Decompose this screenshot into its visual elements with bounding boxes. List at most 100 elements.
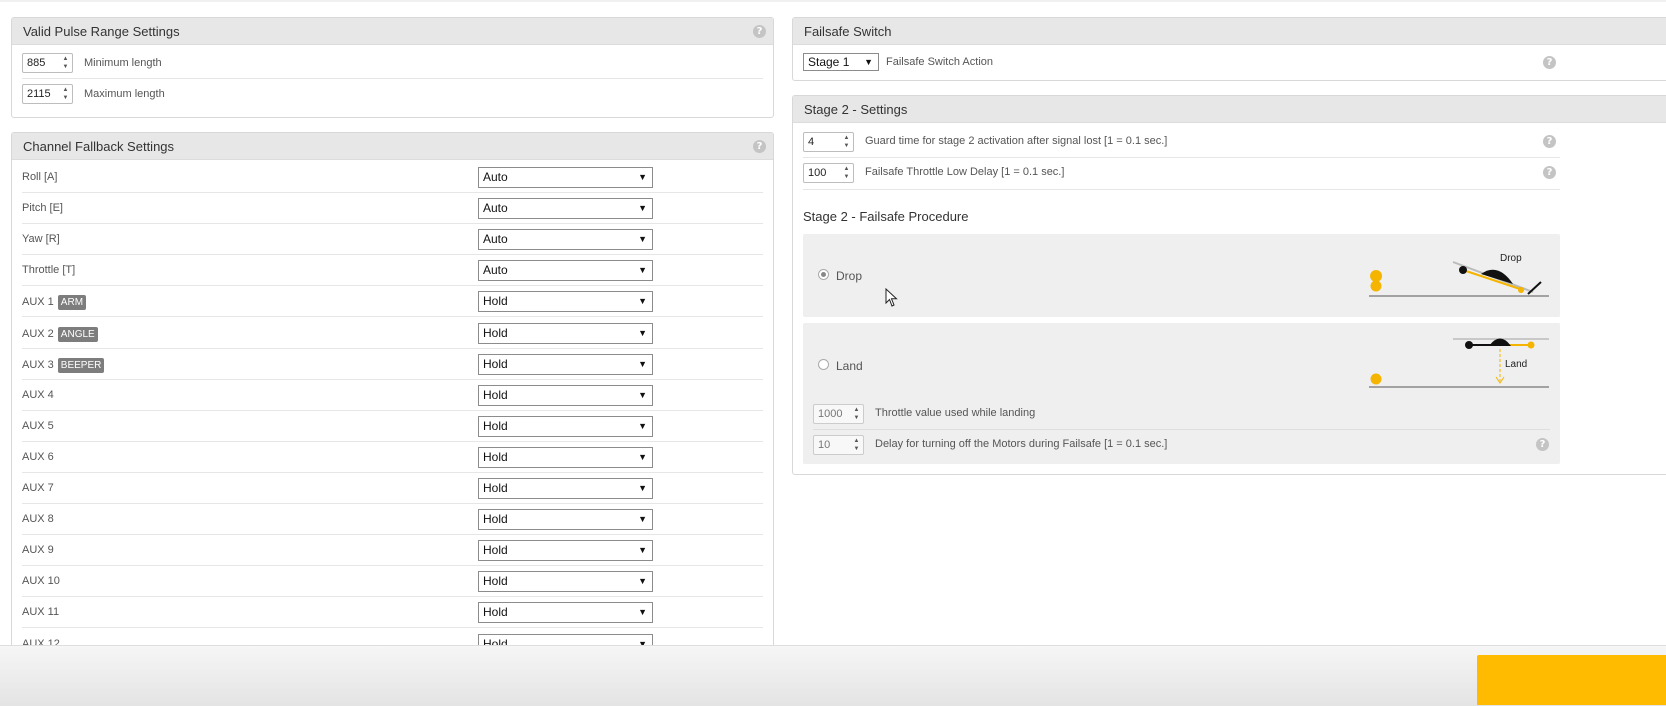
throttle-low-delay-input[interactable]: 100 ▲ ▼ (803, 163, 854, 183)
channel-fallback-value: Hold (483, 574, 508, 589)
help-icon[interactable]: ? (1543, 135, 1556, 148)
save-button[interactable] (1477, 655, 1666, 705)
drop-diagram-text: Drop (1500, 253, 1522, 264)
channel-fallback-select[interactable]: Hold ▼ (478, 415, 653, 437)
channel-row: Yaw [R] Auto ▼ (22, 224, 763, 256)
channel-row: Throttle [T] Auto ▼ (22, 255, 763, 287)
chevron-down-icon: ▼ (638, 265, 647, 276)
spinner-icon[interactable]: ▲ ▼ (851, 437, 862, 453)
spinner-icon[interactable]: ▲ ▼ (841, 165, 852, 181)
channel-fallback-select[interactable]: Hold ▼ (478, 384, 653, 406)
channel-fallback-select[interactable]: Hold ▼ (478, 446, 653, 468)
top-border (0, 0, 1666, 2)
channel-fallback-select[interactable]: Hold ▼ (478, 291, 653, 313)
channel-row: AUX 1 ARM Hold ▼ (22, 286, 763, 318)
panel-title: Failsafe Switch (804, 24, 892, 39)
channel-label: AUX 9 (22, 544, 54, 556)
channel-fallback-header: Channel Fallback Settings ? (12, 133, 773, 160)
min-length-label: Minimum length (84, 57, 162, 69)
help-icon[interactable]: ? (753, 25, 766, 38)
drop-label: Drop (836, 269, 863, 283)
help-icon[interactable]: ? (753, 140, 766, 153)
failsafe-switch-header: Failsafe Switch (793, 18, 1666, 45)
min-length-input[interactable]: 885 ▲ ▼ (22, 53, 73, 73)
help-icon[interactable]: ? (1543, 166, 1556, 179)
channel-fallback-value: Hold (483, 449, 508, 464)
land-diagram-text: Land (1505, 359, 1527, 370)
motor-delay-row: 10 ▲ ▼ Delay for turning off the Motors d… (813, 430, 1550, 462)
guard-time-input[interactable]: 4 ▲ ▼ (803, 132, 854, 152)
motor-delay-input[interactable]: 10 ▲ ▼ (813, 435, 864, 455)
channel-fallback-select[interactable]: Auto ▼ (478, 229, 653, 251)
channel-name: AUX 3 (22, 358, 54, 371)
stage2-settings-panel: Stage 2 - Settings 4 ▲ ▼ Guard time for s… (792, 95, 1666, 475)
channel-fallback-select[interactable]: Hold ▼ (478, 478, 653, 499)
channel-label: AUX 1 ARM (22, 295, 87, 311)
channel-fallback-value: Hold (483, 543, 508, 558)
chevron-down-icon: ▼ (638, 358, 647, 369)
spinner-icon[interactable]: ▲ ▼ (60, 55, 71, 71)
land-radio[interactable] (818, 359, 829, 370)
help-icon[interactable]: ? (1536, 438, 1549, 451)
channel-fallback-select[interactable]: Hold ▼ (478, 602, 653, 624)
chevron-down-icon: ▼ (638, 327, 647, 338)
channel-label: Roll [A] (22, 171, 57, 183)
channel-row: AUX 6 Hold ▼ (22, 442, 763, 473)
pulse-range-header: Valid Pulse Range Settings ? (12, 18, 773, 45)
channel-fallback-value: Auto (483, 263, 508, 278)
channel-fallback-value: Hold (483, 605, 508, 620)
channel-fallback-select[interactable]: Hold ▼ (478, 322, 653, 344)
channel-name: Pitch [E] (22, 202, 63, 215)
channel-fallback-select[interactable]: Auto ▼ (478, 198, 653, 220)
drop-radio[interactable] (818, 269, 829, 280)
channel-row: Pitch [E] Auto ▼ (22, 193, 763, 225)
channel-fallback-value: Hold (483, 356, 508, 371)
spinner-icon[interactable]: ▲ ▼ (851, 406, 862, 422)
max-length-row: 2115 ▲ ▼ Maximum length (22, 80, 763, 112)
channel-row: AUX 11 Hold ▼ (22, 597, 763, 629)
channel-name: AUX 2 (22, 327, 54, 340)
channel-row: AUX 9 Hold ▼ (22, 535, 763, 567)
chevron-down-icon: ▼ (864, 57, 873, 67)
spinner-icon[interactable]: ▲ ▼ (841, 134, 852, 150)
mouse-cursor-icon (885, 288, 898, 307)
landing-throttle-input[interactable]: 1000 ▲ ▼ (813, 404, 864, 424)
spinner-icon[interactable]: ▲ ▼ (60, 86, 71, 102)
procedure-heading: Stage 2 - Failsafe Procedure (803, 209, 969, 224)
channel-fallback-select[interactable]: Auto ▼ (478, 260, 653, 282)
channel-row: AUX 7 Hold ▼ (22, 473, 763, 504)
channel-fallback-select[interactable]: Hold ▼ (478, 353, 653, 375)
channel-row: AUX 5 Hold ▼ (22, 411, 763, 442)
channel-label: AUX 5 (22, 420, 54, 432)
drop-diagram-icon: Drop (1369, 253, 1549, 297)
chevron-down-icon: ▼ (638, 545, 647, 556)
chevron-down-icon: ▼ (638, 483, 647, 493)
channel-mode-badge: BEEPER (57, 357, 105, 373)
channel-fallback-select[interactable]: Hold ▼ (478, 509, 653, 531)
channel-name: AUX 1 (22, 296, 54, 309)
channel-name: AUX 6 (22, 450, 54, 463)
land-option[interactable]: Land Land 1000 ▲ ▼ Throttle value used wh… (803, 323, 1560, 464)
motor-delay-label: Delay for turning off the Motors during … (875, 438, 1168, 450)
channel-name: AUX 7 (22, 482, 54, 494)
help-icon[interactable]: ? (1543, 56, 1556, 69)
channel-name: AUX 11 (22, 606, 60, 619)
bottom-toolbar (0, 645, 1666, 706)
channel-row: AUX 2 ANGLE Hold ▼ (22, 318, 763, 349)
channel-label: AUX 7 (22, 482, 54, 494)
chevron-down-icon: ▼ (638, 420, 647, 431)
chevron-down-icon: ▼ (638, 203, 647, 214)
channel-fallback-select[interactable]: Auto ▼ (478, 167, 653, 188)
panel-title: Stage 2 - Settings (804, 102, 908, 117)
chevron-down-icon: ▼ (638, 389, 647, 400)
land-label: Land (836, 359, 863, 373)
max-length-input[interactable]: 2115 ▲ ▼ (22, 84, 73, 104)
channel-fallback-select[interactable]: Hold ▼ (478, 571, 653, 593)
landing-throttle-row: 1000 ▲ ▼ Throttle value used while landin… (813, 398, 1550, 430)
panel-title: Channel Fallback Settings (23, 139, 175, 154)
channel-label: AUX 10 (22, 575, 60, 587)
drop-option[interactable]: Drop Drop (803, 234, 1560, 317)
failsafe-switch-select[interactable]: Stage 1 ▼ (803, 53, 879, 71)
channel-fallback-select[interactable]: Hold ▼ (478, 540, 653, 562)
channel-label: Yaw [R] (22, 233, 60, 245)
